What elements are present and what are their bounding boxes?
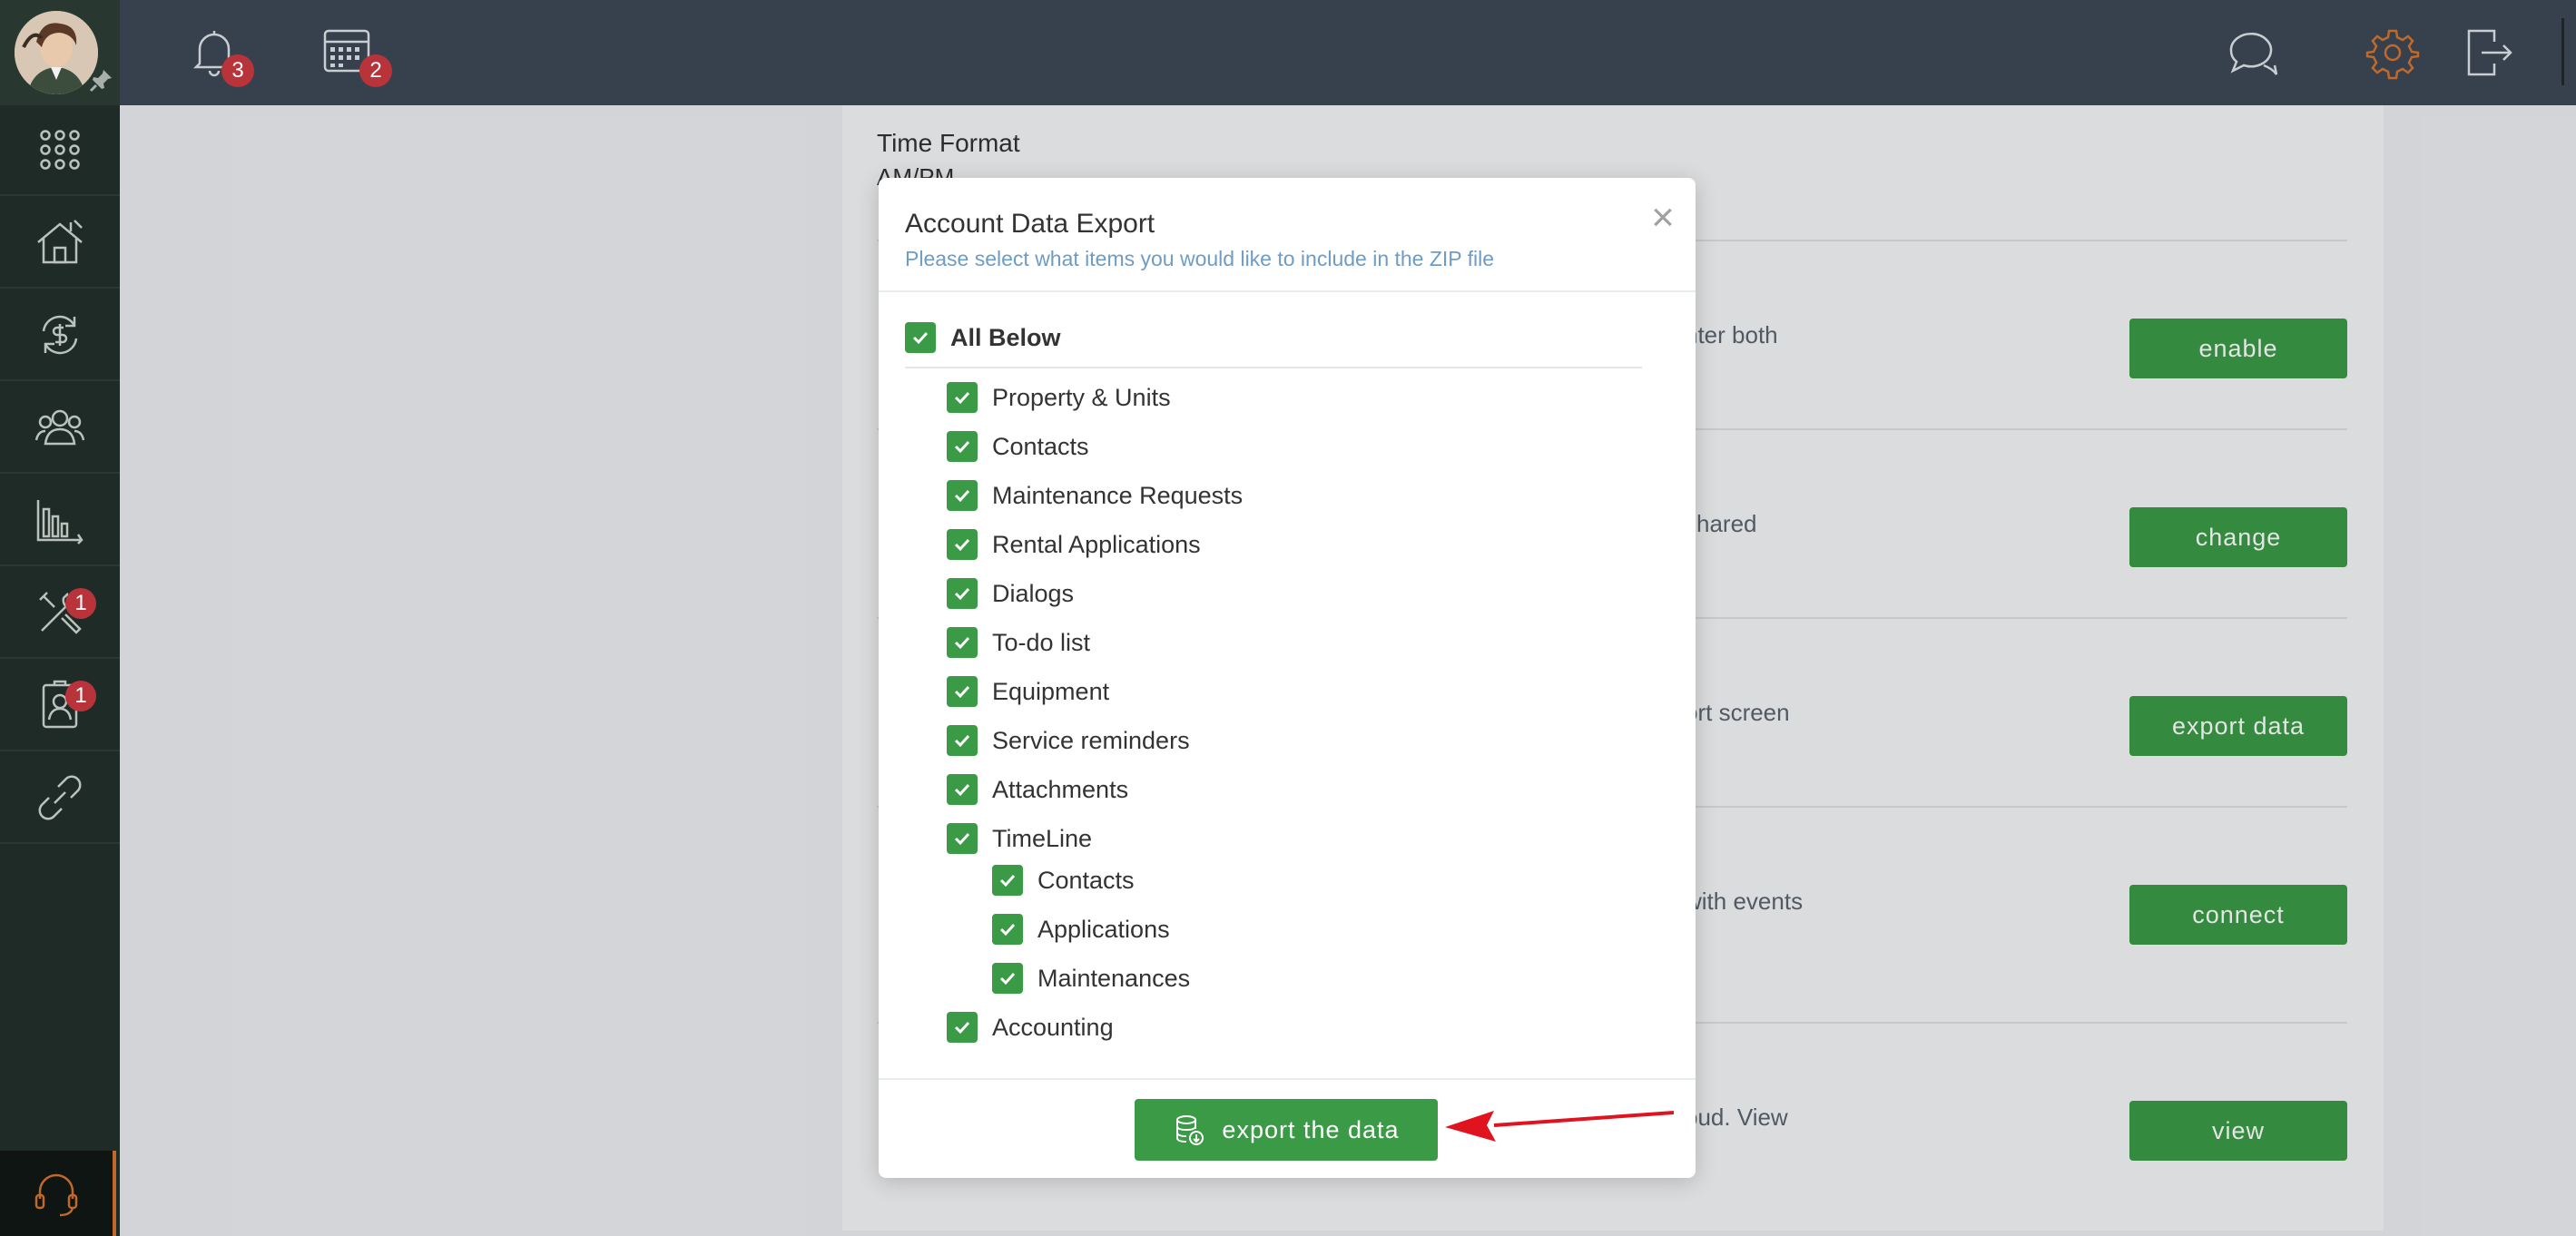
- checkbox-label: Contacts: [1037, 866, 1135, 894]
- checkbox-label: Maintenance Requests: [992, 481, 1244, 509]
- logout-icon: [2467, 29, 2512, 76]
- modal-header-divider: [879, 290, 1696, 292]
- check-icon[interactable]: [947, 676, 978, 707]
- checkbox-contacts[interactable]: Contacts: [947, 428, 1089, 465]
- checkbox-rental-applications[interactable]: Rental Applications: [947, 526, 1201, 563]
- check-icon[interactable]: [947, 578, 978, 609]
- sidebar-item-accounting[interactable]: [0, 290, 120, 381]
- checkbox-attachments[interactable]: Attachments: [947, 771, 1128, 808]
- database-export-icon: [1176, 1115, 1204, 1145]
- checkbox-label: Equipment: [992, 677, 1110, 705]
- checkbox-label: Dialogs: [992, 579, 1075, 607]
- checkbox-label: Service reminders: [992, 726, 1190, 754]
- logout-button[interactable]: [2460, 24, 2518, 82]
- checkbox-label: Contacts: [992, 432, 1089, 460]
- modal-footer-divider: [879, 1078, 1696, 1080]
- checkbox-label: Attachments: [992, 775, 1129, 803]
- checkbox-label: TimeLine: [992, 824, 1093, 852]
- check-icon[interactable]: [947, 480, 978, 511]
- checkbox-property-units[interactable]: Property & Units: [947, 379, 1171, 416]
- modal-title: Account Data Export: [905, 209, 1155, 239]
- sidebar-item-properties[interactable]: [0, 198, 120, 289]
- chat-icon: [2229, 32, 2278, 75]
- check-icon[interactable]: [947, 1012, 978, 1043]
- sidebar-item-leases[interactable]: 1: [0, 661, 120, 751]
- notifications-button[interactable]: 3: [185, 24, 254, 87]
- checkbox-all-below[interactable]: All Below: [905, 319, 1061, 356]
- chat-button[interactable]: [2224, 24, 2282, 82]
- checkbox-label: Applications: [1037, 915, 1170, 943]
- check-icon[interactable]: [947, 725, 978, 756]
- check-icon[interactable]: [905, 322, 936, 353]
- calendar-button[interactable]: 2: [318, 24, 392, 87]
- link-icon: [38, 775, 82, 820]
- checkbox-timeline[interactable]: TimeLine: [947, 820, 1092, 857]
- bar-chart-icon: [36, 500, 84, 544]
- checkbox-accounting[interactable]: Accounting: [947, 1009, 1114, 1045]
- close-icon[interactable]: ×: [1643, 198, 1683, 238]
- check-icon[interactable]: [947, 774, 978, 805]
- annotation-arrow-icon: [1445, 1111, 1674, 1142]
- check-icon[interactable]: [947, 627, 978, 658]
- check-icon[interactable]: [992, 865, 1023, 896]
- checkbox-label: All Below: [950, 323, 1061, 351]
- checkbox-label: Accounting: [992, 1013, 1114, 1041]
- calendar-badge: 2: [359, 54, 392, 87]
- check-icon[interactable]: [992, 914, 1023, 945]
- checkbox-timeline-contacts[interactable]: Contacts: [992, 862, 1135, 898]
- checkbox-label: Rental Applications: [992, 530, 1201, 558]
- export-button-label: export the data: [1222, 1115, 1400, 1143]
- checkbox-timeline-maintenances[interactable]: Maintenances: [992, 960, 1190, 996]
- checkbox-label: To-do list: [992, 628, 1091, 656]
- checkbox-equipment[interactable]: Equipment: [947, 673, 1109, 710]
- leases-badge: 1: [65, 681, 96, 711]
- checkbox-todo-list[interactable]: To-do list: [947, 624, 1090, 661]
- check-icon[interactable]: [947, 529, 978, 560]
- avatar-area: [0, 0, 120, 105]
- checkbox-label: Property & Units: [992, 383, 1171, 411]
- check-icon[interactable]: [947, 382, 978, 413]
- export-modal: Account Data Export Please select what i…: [879, 178, 1696, 1178]
- sidebar: 1 1: [0, 0, 120, 1236]
- money-cycle-icon: [42, 315, 78, 355]
- gear-icon: [2365, 29, 2420, 80]
- headset-icon: [34, 1173, 78, 1217]
- sidebar-item-contacts[interactable]: [0, 383, 120, 474]
- support-button[interactable]: [0, 1151, 116, 1236]
- topbar-divider: [2561, 18, 2564, 85]
- sidebar-item-tools[interactable]: 1: [0, 568, 120, 659]
- checkbox-maintenance-requests[interactable]: Maintenance Requests: [947, 477, 1243, 514]
- export-the-data-button[interactable]: export the data: [1135, 1099, 1438, 1161]
- notifications-badge: 3: [221, 54, 254, 87]
- modal-subtitle: Please select what items you would like …: [905, 247, 1495, 270]
- checkbox-label: Maintenances: [1037, 964, 1191, 992]
- sidebar-item-integrations[interactable]: [0, 753, 120, 844]
- check-icon[interactable]: [947, 823, 978, 854]
- people-icon: [34, 409, 85, 446]
- topbar: 3 2: [120, 0, 2576, 105]
- house-icon: [37, 220, 83, 264]
- check-icon[interactable]: [992, 963, 1023, 994]
- tools-badge: 1: [65, 588, 96, 619]
- settings-button[interactable]: [2364, 24, 2422, 82]
- pin-icon[interactable]: [87, 67, 114, 94]
- checkbox-service-reminders[interactable]: Service reminders: [947, 722, 1190, 759]
- sidebar-item-apps[interactable]: [0, 105, 120, 196]
- checkbox-dialogs[interactable]: Dialogs: [947, 575, 1074, 612]
- avatar[interactable]: [15, 11, 98, 94]
- check-icon[interactable]: [947, 431, 978, 462]
- grid-icon: [40, 130, 80, 170]
- all-below-divider: [905, 367, 1642, 368]
- checkbox-timeline-applications[interactable]: Applications: [992, 911, 1170, 947]
- sidebar-item-reports[interactable]: [0, 476, 120, 566]
